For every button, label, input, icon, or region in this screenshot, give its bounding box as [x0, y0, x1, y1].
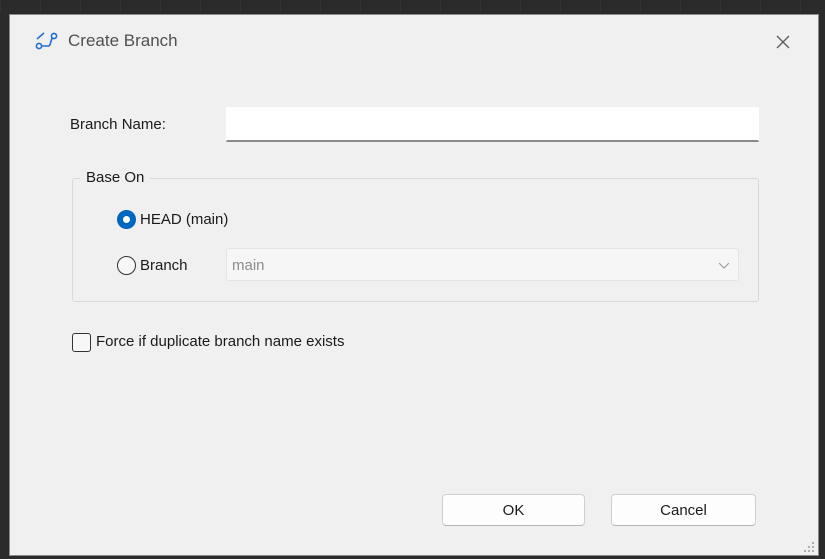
head-radio-label[interactable]: HEAD (main)	[140, 211, 228, 228]
branch-name-label: Branch Name:	[70, 116, 166, 133]
background-texture	[0, 0, 825, 12]
branch-icon	[35, 31, 59, 51]
branch-select-value: main	[232, 257, 265, 274]
force-checkbox-label[interactable]: Force if duplicate branch name exists	[96, 333, 344, 350]
ok-button[interactable]: OK	[442, 494, 585, 526]
close-button[interactable]	[764, 25, 802, 59]
base-on-groupbox	[72, 178, 759, 302]
title-bar[interactable]: Create Branch	[10, 15, 818, 69]
resize-grip-icon[interactable]	[803, 540, 815, 552]
branch-name-input[interactable]	[226, 107, 759, 142]
branch-radio[interactable]	[117, 256, 136, 275]
dialog-title: Create Branch	[68, 31, 178, 50]
branch-radio-label[interactable]: Branch	[140, 257, 188, 274]
base-on-label: Base On	[80, 169, 151, 186]
close-icon	[776, 35, 790, 49]
cancel-button[interactable]: Cancel	[611, 494, 756, 526]
branch-select[interactable]: main	[226, 248, 739, 281]
chevron-down-icon	[716, 259, 732, 271]
head-radio[interactable]	[117, 210, 136, 229]
create-branch-dialog: Create Branch Branch Name: Base On HEAD …	[9, 14, 819, 556]
force-checkbox[interactable]	[72, 333, 91, 352]
